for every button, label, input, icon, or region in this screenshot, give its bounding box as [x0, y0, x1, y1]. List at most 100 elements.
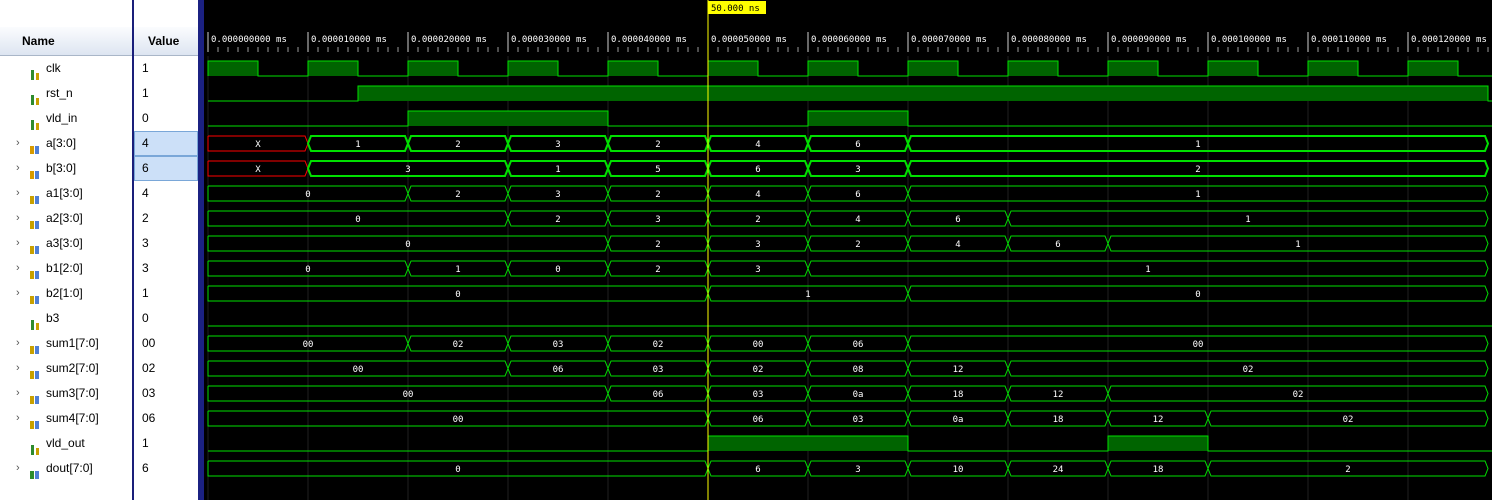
- signal-value[interactable]: 1: [134, 281, 198, 306]
- bus-segment-value: 3: [555, 140, 560, 150]
- name-column-header[interactable]: Name: [0, 27, 132, 56]
- bus-segment-value: 2: [455, 140, 460, 150]
- signal-row[interactable]: › sum2[7:0]: [0, 356, 132, 381]
- expand-chevron-icon[interactable]: ›: [16, 381, 20, 406]
- ruler-tick-label: 0.000090000 ms: [1111, 35, 1187, 45]
- name-column-toolbar: [0, 0, 132, 27]
- signal-row[interactable]: › a3[3:0]: [0, 231, 132, 256]
- signal-row[interactable]: › sum1[7:0]: [0, 331, 132, 356]
- bus-segment-value: 06: [853, 340, 864, 350]
- bus-segment-value: 00: [303, 340, 314, 350]
- signal-row[interactable]: › b[3:0]: [0, 156, 132, 181]
- signal-row[interactable]: vld_out: [0, 431, 132, 456]
- bus-segment-value: 00: [353, 365, 364, 375]
- signal-high-fill: [1008, 61, 1058, 76]
- bit-signal-icon: [30, 439, 41, 455]
- signal-row[interactable]: › dout[7:0]: [0, 456, 132, 481]
- bus-segment-value: 08: [853, 365, 864, 375]
- signal-high-fill: [408, 111, 608, 126]
- signal-name: a1[3:0]: [46, 186, 83, 200]
- waveform-canvas[interactable]: 0.000000000 ms 0.000010000 ms 0.000020000 …: [204, 0, 1492, 500]
- signal-row[interactable]: › sum3[7:0]: [0, 381, 132, 406]
- signal-value[interactable]: 0: [134, 306, 198, 331]
- bus-segment-value: 1: [805, 290, 810, 300]
- signal-row[interactable]: clk: [0, 56, 132, 81]
- signal-name: b3: [46, 311, 60, 325]
- expand-chevron-icon[interactable]: ›: [16, 231, 20, 256]
- time-ruler[interactable]: [204, 0, 1492, 55]
- expand-chevron-icon[interactable]: ›: [16, 131, 20, 156]
- bus-segment-value: 1: [555, 165, 560, 175]
- expand-chevron-icon[interactable]: ›: [16, 356, 20, 381]
- signal-value[interactable]: 0: [134, 106, 198, 131]
- signal-value[interactable]: 00: [134, 331, 198, 356]
- bus-segment-value: 00: [753, 340, 764, 350]
- signal-value[interactable]: 06: [134, 406, 198, 431]
- bus-segment-value: 0: [455, 465, 460, 475]
- input-bus-icon: [30, 164, 41, 179]
- bus-segment-value: 2: [1345, 465, 1350, 475]
- signal-row[interactable]: b3: [0, 306, 132, 331]
- expand-chevron-icon[interactable]: ›: [16, 331, 20, 356]
- bus-segment-value: 00: [453, 415, 464, 425]
- bus-segment-value: 0: [1195, 290, 1200, 300]
- signal-row[interactable]: › a2[3:0]: [0, 206, 132, 231]
- signal-value[interactable]: 1: [134, 431, 198, 456]
- signal-row[interactable]: › a1[3:0]: [0, 181, 132, 206]
- signal-name: a[3:0]: [46, 136, 77, 150]
- expand-chevron-icon[interactable]: ›: [16, 456, 20, 481]
- bus-segment-value: 5: [655, 165, 660, 175]
- expand-chevron-icon[interactable]: ›: [16, 281, 20, 306]
- expand-chevron-icon[interactable]: ›: [16, 206, 20, 231]
- bus-icon: [30, 389, 41, 404]
- signal-value[interactable]: 4: [134, 181, 198, 206]
- signal-high-fill: [708, 61, 758, 76]
- cursor-time-label: 50.000 ns: [711, 4, 760, 14]
- bus-segment-value: 00: [403, 390, 414, 400]
- ruler-tick-label: 0.000020000 ms: [411, 35, 487, 45]
- signal-value[interactable]: 1: [134, 56, 198, 81]
- signal-row[interactable]: vld_in: [0, 106, 132, 131]
- expand-chevron-icon[interactable]: ›: [16, 156, 20, 181]
- signal-row[interactable]: rst_n: [0, 81, 132, 106]
- signal-value[interactable]: 02: [134, 356, 198, 381]
- signal-high-fill: [508, 61, 558, 76]
- ruler-tick-label: 0.000030000 ms: [511, 35, 587, 45]
- expand-chevron-icon[interactable]: ›: [16, 256, 20, 281]
- expand-chevron-icon[interactable]: ›: [16, 181, 20, 206]
- bus-segment-value: 18: [1153, 465, 1164, 475]
- ruler-tick-label: 0.000070000 ms: [911, 35, 987, 45]
- bus-segment-value: 02: [453, 340, 464, 350]
- bus-segment-value: 12: [1153, 415, 1164, 425]
- signal-high-fill: [808, 111, 908, 126]
- signal-value[interactable]: 1: [134, 81, 198, 106]
- signal-value[interactable]: 6: [134, 456, 198, 481]
- signal-name: a3[3:0]: [46, 236, 83, 250]
- value-column-header[interactable]: Value: [134, 27, 198, 56]
- signal-value[interactable]: 3: [134, 256, 198, 281]
- signal-row[interactable]: › sum4[7:0]: [0, 406, 132, 431]
- signal-name: sum2[7:0]: [46, 361, 99, 375]
- bus-segment-value: 06: [753, 415, 764, 425]
- signal-value[interactable]: 2: [134, 206, 198, 231]
- bus-segment-value: 1: [1295, 240, 1300, 250]
- signal-row[interactable]: › b2[1:0]: [0, 281, 132, 306]
- bus-segment-value: 6: [855, 190, 860, 200]
- bus-segment-value: 4: [755, 140, 760, 150]
- ruler-tick-label: 0.000040000 ms: [611, 35, 687, 45]
- signal-row[interactable]: › a[3:0]: [0, 131, 132, 156]
- signal-value[interactable]: 6: [134, 156, 198, 181]
- ruler-tick-label: 0.000120000 ms: [1411, 35, 1487, 45]
- ruler-tick-label: 0.000000000 ms: [211, 35, 287, 45]
- expand-chevron-icon[interactable]: ›: [16, 406, 20, 431]
- bit-signal-icon: [30, 314, 41, 330]
- bus-segment-value: 0: [455, 290, 460, 300]
- signal-name: a2[3:0]: [46, 211, 83, 225]
- signal-value[interactable]: 3: [134, 231, 198, 256]
- bus-segment-value: 0: [355, 215, 360, 225]
- bus-segment-value: 1: [1195, 190, 1200, 200]
- signal-value[interactable]: 03: [134, 381, 198, 406]
- signal-row[interactable]: › b1[2:0]: [0, 256, 132, 281]
- bus-segment-value: 12: [1053, 390, 1064, 400]
- signal-value[interactable]: 4: [134, 131, 198, 156]
